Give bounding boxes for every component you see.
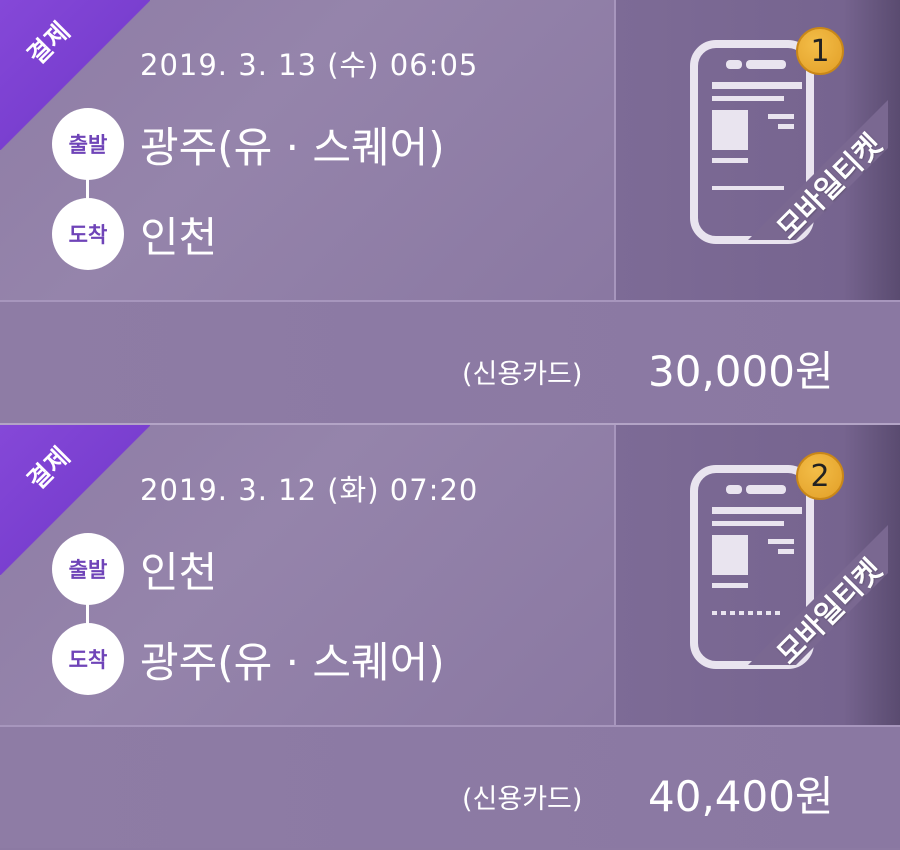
mobile-ticket-button[interactable]: 2 모바일티켓 bbox=[616, 425, 900, 725]
departure-station: 광주(유 · 스퀘어) bbox=[140, 123, 445, 172]
booking-info-panel[interactable]: 결제 2019. 3. 12 (화) 07:20 출발 인천 도착 광주(유 ·… bbox=[0, 425, 614, 725]
booking-info-panel[interactable]: 결제 2019. 3. 13 (수) 06:05 출발 광주(유 · 스퀘어) … bbox=[0, 0, 614, 300]
mobile-ticket-button[interactable]: 1 모바일티켓 bbox=[616, 0, 900, 300]
departure-marker: 출발 bbox=[52, 108, 124, 180]
arrival-station: 인천 bbox=[140, 213, 218, 262]
payment-amount: 40,400원 bbox=[648, 772, 834, 821]
payment-row: (신용카드) 40,400원 bbox=[0, 727, 900, 848]
departure-datetime: 2019. 3. 12 (화) 07:20 bbox=[140, 473, 479, 507]
ticket-count-badge: 2 bbox=[796, 452, 844, 500]
ticket-count-badge: 1 bbox=[796, 27, 844, 75]
payment-method: (신용카드) bbox=[462, 784, 583, 815]
arrival-station: 광주(유 · 스퀘어) bbox=[140, 638, 445, 687]
arrival-marker: 도착 bbox=[52, 198, 124, 270]
departure-datetime: 2019. 3. 13 (수) 06:05 bbox=[140, 48, 479, 82]
booking-card[interactable]: 결제 2019. 3. 13 (수) 06:05 출발 광주(유 · 스퀘어) … bbox=[0, 0, 900, 425]
booking-card[interactable]: 결제 2019. 3. 12 (화) 07:20 출발 인천 도착 광주(유 ·… bbox=[0, 425, 900, 850]
payment-amount: 30,000원 bbox=[648, 347, 834, 396]
payment-method: (신용카드) bbox=[462, 359, 583, 390]
payment-row: (신용카드) 30,000원 bbox=[0, 302, 900, 423]
departure-station: 인천 bbox=[140, 548, 218, 597]
departure-marker: 출발 bbox=[52, 533, 124, 605]
arrival-marker: 도착 bbox=[52, 623, 124, 695]
